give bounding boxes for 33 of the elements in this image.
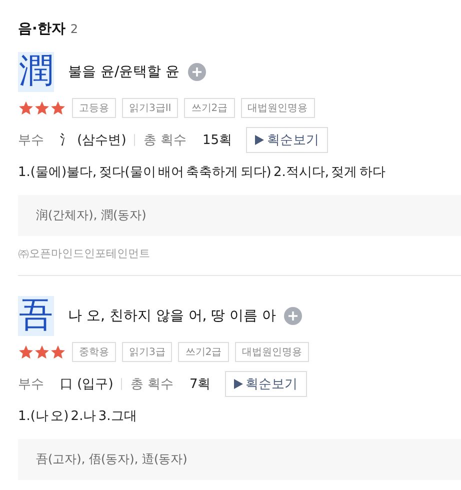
grade-tag: 쓰기2급: [184, 98, 235, 118]
plus-icon[interactable]: [188, 63, 206, 81]
grade-tag: 쓰기2급: [178, 342, 229, 362]
variant-characters: 吾(고자), 俉(동자), 逜(동자): [18, 439, 461, 480]
grade-tag: 대법원인명용: [240, 98, 315, 118]
result-count: 2: [70, 22, 78, 36]
grade-tag: 대법원인명용: [234, 342, 309, 362]
grade-tag: 중학용: [72, 342, 116, 362]
hanja-reading: 나 오, 친하지 않을 어, 땅 이름 아: [68, 307, 276, 325]
radical-value: 口 (입구): [60, 376, 114, 393]
stroke-order-button[interactable]: 획순보기: [224, 371, 307, 397]
grade-tag: 읽기3급: [122, 342, 172, 362]
stroke-count-label: 총 획수: [143, 132, 186, 149]
variant-characters: 润(간체자), 潤(동자): [18, 195, 461, 236]
plus-icon[interactable]: [284, 307, 302, 325]
stroke-order-button[interactable]: 획순보기: [246, 127, 328, 153]
radical-value: 氵 (삼수변): [60, 132, 126, 149]
stroke-count: 7획: [189, 376, 211, 393]
hanja-character[interactable]: 潤: [18, 52, 54, 92]
play-icon: [234, 379, 243, 389]
meaning-text: 1.(물에)불다, 젖다(물이 배어 축축하게 되다) 2.적시다, 젖게 하다: [18, 164, 386, 181]
grade-tag: 읽기3급II: [122, 98, 178, 118]
meaning-text: 1.(나 오) 2.나 3.그대: [18, 408, 138, 425]
play-icon: [254, 135, 264, 145]
section-title: 음·한자: [18, 20, 66, 38]
hanja-character[interactable]: 吾: [18, 296, 54, 336]
radical-label: 부수: [18, 132, 44, 149]
stroke-count: 15획: [202, 132, 232, 149]
grade-tag: 고등용: [72, 98, 116, 118]
radical-label: 부수: [18, 376, 44, 393]
hanja-reading: 불을 윤/윤택할 윤: [68, 63, 180, 81]
stroke-count-label: 총 획수: [130, 376, 174, 393]
source-credit: ㈜오픈마인드인포테인먼트: [18, 246, 151, 261]
